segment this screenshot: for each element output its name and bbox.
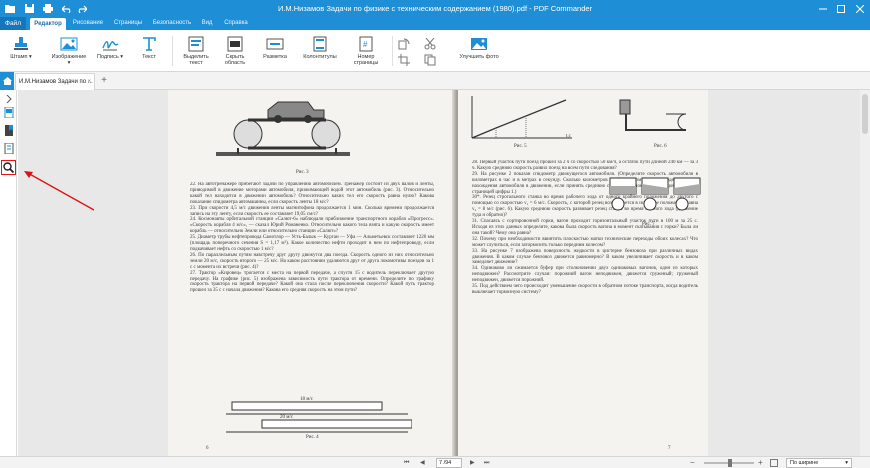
ribbon-divider <box>172 36 173 66</box>
image-icon <box>60 37 78 51</box>
zoom-select[interactable]: По ширине ▾ <box>786 458 852 468</box>
file-menu-button[interactable]: Файл ▾ <box>0 17 26 40</box>
figure-trains <box>226 401 412 433</box>
page-text: 22. На автотренажере прибегают задачи по… <box>190 182 434 294</box>
document-tab[interactable]: И.М.Низамов Задачи по ... × <box>15 73 95 90</box>
headers-footers-button[interactable]: Колонтитулы <box>302 36 338 68</box>
bookmark-icon <box>4 125 13 136</box>
figure-treadmill <box>216 101 350 156</box>
signature-icon <box>102 41 119 51</box>
annotation-arrow <box>24 171 95 211</box>
figure-tankers <box>609 177 701 211</box>
annotations-icon <box>4 143 13 154</box>
figure-caption: Рис. 6 <box>654 144 667 149</box>
ribbon-toolbar: Штамп ▾ Изображение ▾ Подпись ▾ Текст Вы… <box>0 30 870 72</box>
first-page-button[interactable]: ⏮ <box>404 458 409 468</box>
fit-page-icon[interactable] <box>770 459 778 467</box>
document-viewer[interactable]: Рис. 3 22. На автотренажере прибегают за… <box>18 90 860 456</box>
figure-caption: Рис. 3 <box>296 170 309 175</box>
stamp-icon <box>14 37 28 50</box>
figure-caption: Рис. 5 <box>514 144 527 149</box>
hide-area-button[interactable]: Скрыть область <box>220 36 250 68</box>
document-tab-bar: И.М.Низамов Задачи по ... × + <box>0 72 870 90</box>
text-button[interactable]: Текст <box>136 36 162 68</box>
markup-button[interactable]: Разметка <box>258 36 292 68</box>
figure-caption: Рис. 4 <box>306 435 319 440</box>
close-tab-icon[interactable]: × <box>87 74 91 90</box>
hide-area-icon <box>227 36 243 52</box>
select-text-icon <box>188 36 204 52</box>
figure-caption: Рис. 7 <box>642 222 655 227</box>
cut-icon[interactable] <box>424 38 436 50</box>
page-number-button[interactable]: # Номер страницы <box>350 36 382 68</box>
improve-photo-button[interactable]: Улучшить фото <box>452 36 506 68</box>
zoom-in-button[interactable]: + <box>758 458 763 468</box>
tab-view[interactable]: Вид <box>198 17 216 30</box>
home-icon <box>2 77 12 85</box>
page-number: 6 <box>206 446 209 451</box>
markup-icon <box>266 38 284 50</box>
sidebar-bookmarks-button[interactable] <box>2 124 15 137</box>
maximize-icon[interactable] <box>832 0 850 17</box>
last-page-button[interactable]: ⏭ <box>484 458 489 468</box>
status-bar: ⏮ ◀ 7 /94 ▶ ⏭ − + По ширине ▾ <box>0 456 870 468</box>
home-button[interactable] <box>0 72 14 90</box>
crop-icon[interactable] <box>398 54 410 66</box>
sidebar-search-button[interactable] <box>1 160 16 175</box>
next-page-button[interactable]: ▶ <box>470 458 475 468</box>
new-tab-button[interactable]: + <box>98 74 110 88</box>
left-sidebar <box>0 90 17 456</box>
page-number: 7 <box>668 446 671 451</box>
select-text-button[interactable]: Выделить текст <box>178 36 214 68</box>
vertical-scrollbar[interactable] <box>860 90 870 456</box>
signature-button[interactable]: Подпись ▾ <box>94 36 126 68</box>
minimize-icon[interactable] <box>814 0 832 17</box>
tab-pages[interactable]: Страницы <box>110 17 146 30</box>
tab-security[interactable]: Безопасность <box>150 17 194 30</box>
rotate-icon[interactable] <box>398 38 410 50</box>
sidebar-expand-button[interactable] <box>2 92 15 105</box>
figure-planer <box>619 99 687 131</box>
ribbon-divider <box>392 36 393 66</box>
graph-axis-label: t,c <box>566 134 571 139</box>
zoom-out-button[interactable]: − <box>690 458 695 468</box>
page-right: t,c Рис. 5 Рис. 6 28. Первый участок пут… <box>458 90 708 456</box>
thumbnails-icon <box>4 107 13 118</box>
figure-graph <box>471 96 572 139</box>
prev-page-button[interactable]: ◀ <box>420 458 425 468</box>
scrollbar-thumb[interactable] <box>862 94 868 134</box>
improve-photo-icon <box>471 38 487 50</box>
image-button[interactable]: Изображение ▾ <box>50 36 88 68</box>
sidebar-thumbnails-button[interactable] <box>2 106 15 119</box>
close-icon[interactable] <box>851 0 869 17</box>
page-number-icon: # <box>359 36 373 52</box>
search-icon <box>3 162 14 173</box>
title-bar: И.М.Низамов Задачи по физике с техническ… <box>0 0 870 17</box>
zoom-slider-handle[interactable] <box>728 459 732 467</box>
figure-label: 20 м/с <box>280 415 294 420</box>
stamp-button[interactable]: Штамп ▾ <box>8 36 34 68</box>
headers-footers-icon <box>313 36 327 52</box>
text-icon <box>143 37 156 51</box>
sidebar-annotations-button[interactable] <box>2 142 15 155</box>
svg-text:#: # <box>363 40 368 49</box>
ribbon-tabs: Файл ▾ Редактор Рисование Страницы Безоп… <box>0 17 870 40</box>
tab-drawing[interactable]: Рисование <box>68 17 108 30</box>
document-tab-label: И.М.Низамов Задачи по ... <box>19 79 93 85</box>
chevron-right-icon <box>6 94 12 103</box>
page-left: Рис. 3 22. На автотренажере прибегают за… <box>168 90 456 456</box>
figure-label: 18 м/с <box>300 397 314 402</box>
copy-icon[interactable] <box>424 54 436 66</box>
tab-help[interactable]: Справка <box>222 17 250 30</box>
tab-editor[interactable]: Редактор <box>30 18 66 30</box>
page-input[interactable]: 7 /94 <box>436 458 462 468</box>
window-title: И.М.Низамов Задачи по физике с техническ… <box>277 4 593 13</box>
chevron-down-icon: ▾ <box>845 460 848 466</box>
